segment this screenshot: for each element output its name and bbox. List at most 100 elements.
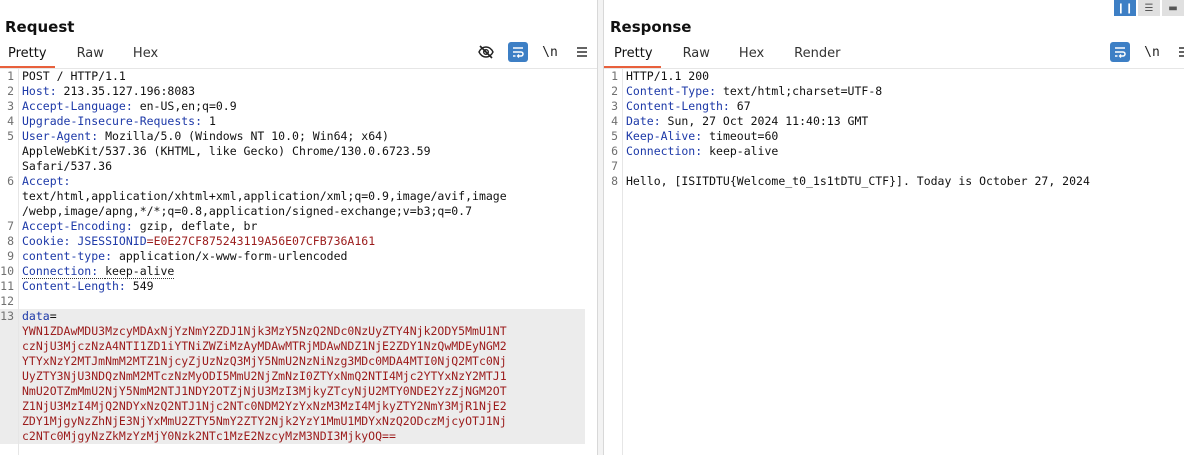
code-token: JSESSIONID <box>77 234 147 248</box>
code-token: =E0E27CF875243119A56E07CFB736A161 <box>146 234 376 248</box>
code-token: /webp,image/apng,*/*;q=0.8,application/s… <box>22 204 473 218</box>
code-token: timeout=60 <box>709 129 779 143</box>
code-token: Date: <box>626 114 668 128</box>
line-number: 12 <box>0 294 14 308</box>
line-number <box>0 369 18 384</box>
line-number <box>0 384 18 399</box>
line-content: Host: 213.35.127.196:8083 <box>18 84 195 99</box>
line-content: YTYxNzY2MTJmNmM2MTZ1NjcyZjUzNzQ3MjY5NmU2… <box>18 354 507 369</box>
response-editor[interactable]: 1 HTTP/1.1 200 2 Content-Type: text/html;ch… <box>604 69 1184 455</box>
line-content: User-Agent: Mozilla/5.0 (Windows NT 10.0… <box>18 129 389 144</box>
line-number <box>0 354 18 369</box>
code-token: YWN1ZDAwMDU3MzcyMDAxNjYzNmY2ZDJ1Njk3MzY5… <box>22 324 507 338</box>
response-tab-raw[interactable]: Raw <box>683 44 710 68</box>
line-number: 3 <box>611 99 618 113</box>
code-line: 5 User-Agent: Mozilla/5.0 (Windows NT 10.… <box>0 129 585 144</box>
response-newline-toggle-button[interactable]: \n <box>1142 42 1162 62</box>
code-line: 6 Connection: keep-alive <box>604 144 1184 159</box>
line-number <box>0 189 18 204</box>
code-line: 3 Content-Length: 67 <box>604 99 1184 114</box>
line-number: 9 <box>7 249 14 263</box>
request-tab-hex[interactable]: Hex <box>133 44 158 68</box>
pane-splitter[interactable] <box>597 0 604 455</box>
line-content: Safari/537.36 <box>18 159 112 174</box>
response-tab-render[interactable]: Render <box>794 44 840 68</box>
code-token: Accept: <box>22 174 78 188</box>
code-token: Accept-Language: <box>22 99 140 113</box>
response-hamburger-menu-icon[interactable] <box>1174 42 1184 62</box>
line-content: POST / HTTP/1.1 <box>18 69 126 84</box>
response-tab-hex[interactable]: Hex <box>739 44 764 68</box>
line-content: Keep-Alive: timeout=60 <box>622 129 778 144</box>
line-number: 4 <box>7 114 14 128</box>
request-tab-raw[interactable]: Raw <box>77 44 104 68</box>
response-toolbar: \n <box>1110 42 1184 62</box>
code-token: Cookie: <box>22 234 78 248</box>
code-line: 3 Accept-Language: en-US,en;q=0.9 <box>0 99 585 114</box>
code-line: AppleWebKit/537.36 (KHTML, like Gecko) C… <box>0 144 585 159</box>
newline-toggle-button[interactable]: \n <box>540 42 560 62</box>
line-content: Accept-Language: en-US,en;q=0.9 <box>18 99 237 114</box>
code-token: AppleWebKit/537.36 (KHTML, like Gecko) C… <box>22 144 431 158</box>
code-token: Hello, [ISITDTU{Welcome_t0_1s1tDTU_CTF}]… <box>626 174 1090 188</box>
line-content: Connection: keep-alive <box>622 144 778 159</box>
code-line: 1 HTTP/1.1 200 <box>604 69 1184 84</box>
code-token: Z1NjU3MzI4MjQ2NDYxNzQ2NTJ1Njc2NTc0NDM2Yz… <box>22 399 507 413</box>
code-token: UyZTY3NjU3NDQzNmM2MTczNzMyODI5MmU2NjZmNz… <box>22 369 507 383</box>
code-line: YTYxNzY2MTJmNmM2MTZ1NjcyZjUzNzQ3MjY5NmU2… <box>0 354 585 369</box>
code-line: NmU2OTZmMmU2NjY5NmM2NTJ1NDY2OTZjNjU3MzI3… <box>0 384 585 399</box>
eye-slash-icon[interactable] <box>476 42 496 62</box>
line-number: 13 <box>0 309 14 323</box>
code-token: Mozilla/5.0 (Windows NT 10.0; Win64; x64… <box>105 129 389 143</box>
line-content: UyZTY3NjU3NDQzNmM2MTczNzMyODI5MmU2NjZmNz… <box>18 369 507 384</box>
line-number: 1 <box>7 69 14 83</box>
code-line: 2 Content-Type: text/html;charset=UTF-8 <box>604 84 1184 99</box>
code-token: Host: <box>22 84 64 98</box>
code-line: 9 content-type: application/x-www-form-ur… <box>0 249 585 264</box>
layout-single-icon[interactable]: ▬ <box>1162 0 1184 16</box>
request-tabs: Pretty Raw Hex <box>0 44 158 68</box>
line-content: Cookie: JSESSIONID=E0E27CF875243119A56E0… <box>18 234 375 249</box>
code-line: 10 Connection: keep-alive <box>0 264 585 279</box>
code-line: UyZTY3NjU3NDQzNmM2MTczNzMyODI5MmU2NjZmNz… <box>0 369 585 384</box>
line-content: HTTP/1.1 200 <box>622 69 709 84</box>
line-number: 5 <box>611 129 618 143</box>
code-token: 549 <box>132 279 154 293</box>
line-number: 5 <box>7 129 14 143</box>
line-number: 10 <box>0 264 14 278</box>
request-tab-pretty[interactable]: Pretty <box>0 44 55 68</box>
code-line: 7 <box>604 159 1184 174</box>
line-content: NmU2OTZmMmU2NjY5NmM2NTJ1NDY2OTZjNjU3MzI3… <box>18 384 507 399</box>
layout-rows-icon[interactable]: ☰ <box>1138 0 1160 16</box>
request-pane: Request Pretty Raw Hex \n 1 POST / HTTP/1… <box>0 0 597 455</box>
line-number: 4 <box>611 114 618 128</box>
line-number: 7 <box>7 219 14 233</box>
line-content: Hello, [ISITDTU{Welcome_t0_1s1tDTU_CTF}]… <box>622 174 1090 189</box>
code-token: HTTP/1.1 200 <box>626 69 710 83</box>
code-line: 12 <box>0 294 585 309</box>
response-wrap-icon[interactable] <box>1110 42 1130 62</box>
code-line: 4 Date: Sun, 27 Oct 2024 11:40:13 GMT <box>604 114 1184 129</box>
line-content: content-type: application/x-www-form-url… <box>18 249 347 264</box>
code-line: YWN1ZDAwMDU3MzcyMDAxNjYzNmY2ZDJ1Njk3MzY5… <box>0 324 585 339</box>
code-line: c2NTc0MjgyNzZkMzYzMjY0Nzk2NTc1MzE2NzcyMz… <box>0 429 585 444</box>
line-content: Z1NjU3MzI4MjQ2NDYxNzQ2NTJ1Njc2NTc0NDM2Yz… <box>18 399 507 414</box>
code-line: text/html,application/xhtml+xml,applicat… <box>0 189 585 204</box>
code-line: 4 Upgrade-Insecure-Requests: 1 <box>0 114 585 129</box>
line-number: 2 <box>611 84 618 98</box>
layout-columns-icon[interactable]: ❙❙ <box>1114 0 1136 16</box>
response-tab-pretty[interactable]: Pretty <box>604 44 661 68</box>
hamburger-menu-icon[interactable] <box>572 42 592 62</box>
request-editor[interactable]: 1 POST / HTTP/1.1 2 Host: 213.35.127.196:80… <box>0 69 585 455</box>
code-token: Connection: <box>22 264 106 279</box>
code-line: 11 Content-Length: 549 <box>0 279 585 294</box>
layout-toggle-group: ❙❙ ☰ ▬ <box>1114 0 1184 16</box>
line-content: Content-Type: text/html;charset=UTF-8 <box>622 84 882 99</box>
line-number <box>0 159 18 174</box>
line-content: Upgrade-Insecure-Requests: 1 <box>18 114 216 129</box>
code-token: Content-Length: <box>22 279 133 293</box>
response-tabs: Pretty Raw Hex Render <box>604 44 840 68</box>
wrap-icon[interactable] <box>508 42 528 62</box>
code-line: 7 Accept-Encoding: gzip, deflate, br <box>0 219 585 234</box>
code-line: Z1NjU3MzI4MjQ2NDYxNzQ2NTJ1Njc2NTc0NDM2Yz… <box>0 399 585 414</box>
